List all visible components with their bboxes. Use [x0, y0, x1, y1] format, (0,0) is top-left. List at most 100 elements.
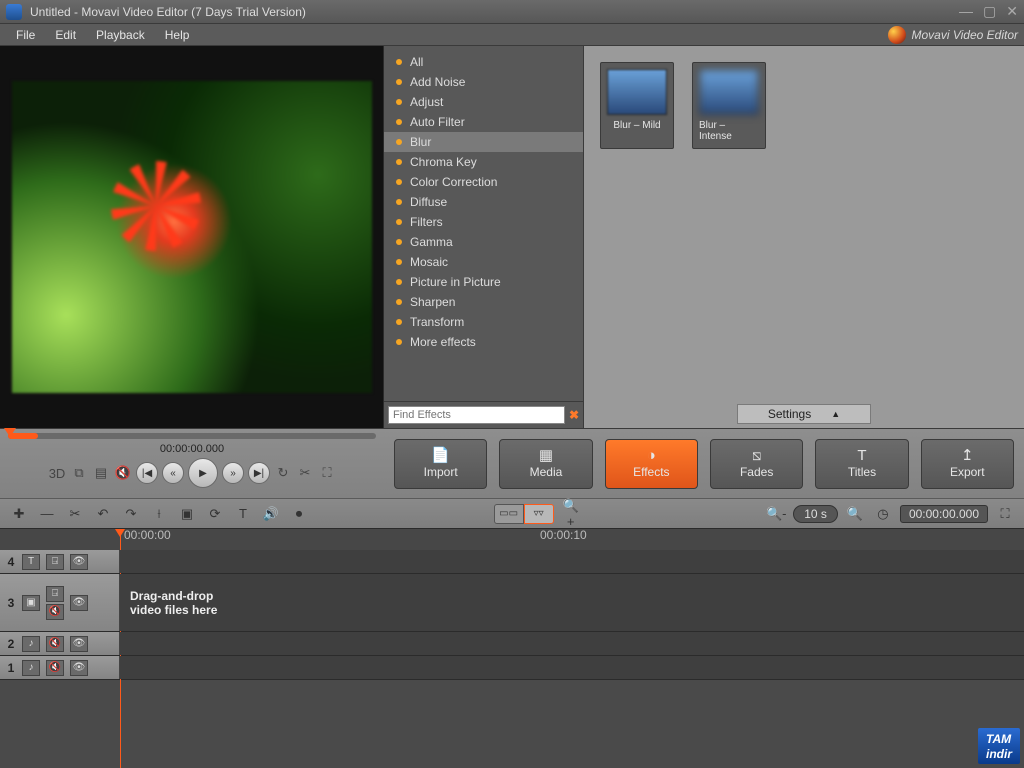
- snapshot-button[interactable]: ✂: [296, 464, 314, 482]
- clock-icon[interactable]: ◷: [872, 504, 894, 524]
- tab-import[interactable]: 📄Import: [394, 439, 487, 489]
- track-mute-icon[interactable]: 🔇: [46, 660, 64, 676]
- zoom-out-button[interactable]: 🔍-: [765, 504, 787, 524]
- preset-blur-intense[interactable]: Blur – Intense: [692, 62, 766, 149]
- view-film-button[interactable]: ▤: [92, 464, 110, 482]
- track-visibility-icon[interactable]: 👁: [70, 660, 88, 676]
- tool-record-button[interactable]: ⏺: [288, 504, 310, 524]
- go-end-button[interactable]: ▶|: [248, 462, 270, 484]
- preview-image: [12, 81, 372, 393]
- effect-category-item[interactable]: Transform: [384, 312, 583, 332]
- view-mode-storyboard[interactable]: ▭▭: [494, 504, 524, 524]
- track-visibility-icon[interactable]: 👁: [70, 636, 88, 652]
- effect-category-item[interactable]: Mosaic: [384, 252, 583, 272]
- track-link-icon[interactable]: ⍈: [46, 586, 64, 602]
- zoom-duration[interactable]: 10 s: [793, 505, 838, 523]
- track-2[interactable]: 2 ♪ 🔇 👁: [0, 632, 1024, 656]
- settings-expand-button[interactable]: Settings ▲: [737, 404, 871, 424]
- track-type-video-icon[interactable]: ▣: [22, 595, 40, 611]
- preset-blur-mild[interactable]: Blur – Mild: [600, 62, 674, 149]
- timeline-ruler[interactable]: 00:00:00 00:00:10: [0, 528, 1024, 550]
- maximize-button[interactable]: ▢: [983, 3, 996, 20]
- menu-playback[interactable]: Playback: [86, 28, 155, 42]
- find-effects-input[interactable]: [388, 406, 565, 424]
- close-button[interactable]: ✕: [1006, 3, 1018, 20]
- minimize-button[interactable]: —: [959, 3, 973, 20]
- menu-file[interactable]: File: [6, 28, 45, 42]
- titles-icon: T: [857, 448, 866, 463]
- bullet-icon: [396, 79, 402, 85]
- tab-export[interactable]: ↥Export: [921, 439, 1014, 489]
- preview-canvas[interactable]: [0, 46, 383, 428]
- zoom-fit-button[interactable]: 🔍: [844, 504, 866, 524]
- effect-category-label: Diffuse: [410, 195, 447, 209]
- track-type-audio-icon[interactable]: ♪: [22, 660, 40, 676]
- effect-category-item[interactable]: Auto Filter: [384, 112, 583, 132]
- tool-rotate-button[interactable]: ⟳: [204, 504, 226, 524]
- tab-effects[interactable]: ◑Effects: [605, 439, 698, 489]
- effects-icon: ◑: [647, 448, 656, 463]
- track-visibility-icon[interactable]: 👁: [70, 595, 88, 611]
- tab-label: Media: [530, 465, 563, 479]
- effect-category-item[interactable]: Picture in Picture: [384, 272, 583, 292]
- track-3[interactable]: 3 ▣ ⍈ 🔇 👁 Drag-and-drop video files here: [0, 574, 1024, 632]
- play-button[interactable]: ▶: [188, 458, 218, 488]
- view-mute-button[interactable]: 🔇: [114, 464, 132, 482]
- track-1[interactable]: 1 ♪ 🔇 👁: [0, 656, 1024, 680]
- tool-audio-button[interactable]: 🔊: [260, 504, 282, 524]
- cut-button[interactable]: ✂: [64, 504, 86, 524]
- effect-category-item[interactable]: Add Noise: [384, 72, 583, 92]
- track-4[interactable]: 4 T ⍈ 👁: [0, 550, 1024, 574]
- fullscreen-button[interactable]: ⛶: [318, 464, 336, 482]
- effect-category-item[interactable]: Diffuse: [384, 192, 583, 212]
- track-type-title-icon[interactable]: T: [22, 554, 40, 570]
- undo-button[interactable]: ↶: [92, 504, 114, 524]
- effect-category-item[interactable]: Adjust: [384, 92, 583, 112]
- add-media-button[interactable]: ✚: [8, 504, 30, 524]
- seek-bar[interactable]: [0, 429, 384, 443]
- seek-head-icon[interactable]: [4, 428, 16, 437]
- delete-button[interactable]: —: [36, 504, 58, 524]
- clear-find-icon[interactable]: ✖: [569, 408, 579, 422]
- view-crop-button[interactable]: ⧉: [70, 464, 88, 482]
- redo-button[interactable]: ↷: [120, 504, 142, 524]
- effect-category-item[interactable]: More effects: [384, 332, 583, 352]
- track-link-icon[interactable]: ⍈: [46, 554, 64, 570]
- tool-text-button[interactable]: T: [232, 504, 254, 524]
- go-start-button[interactable]: |◀: [136, 462, 158, 484]
- effect-category-item[interactable]: Color Correction: [384, 172, 583, 192]
- bullet-icon: [396, 119, 402, 125]
- tab-media[interactable]: ▦Media: [499, 439, 592, 489]
- timeline-timecode[interactable]: 00:00:00.000: [900, 505, 988, 523]
- drop-hint: Drag-and-drop video files here: [130, 589, 217, 617]
- forward-button[interactable]: »: [222, 462, 244, 484]
- effect-category-item[interactable]: Chroma Key: [384, 152, 583, 172]
- tool-crop-button[interactable]: ▣: [176, 504, 198, 524]
- view-mode-timeline[interactable]: ▿▿: [524, 504, 554, 524]
- track-mute-icon[interactable]: 🔇: [46, 604, 64, 620]
- effect-category-item[interactable]: All: [384, 52, 583, 72]
- tab-label: Titles: [848, 465, 876, 479]
- tool-split-button[interactable]: ⟊: [148, 504, 170, 524]
- track-mute-icon[interactable]: 🔇: [46, 636, 64, 652]
- loop-button[interactable]: ↻: [274, 464, 292, 482]
- zoom-in-button[interactable]: 🔍+: [560, 504, 582, 524]
- menu-edit[interactable]: Edit: [45, 28, 86, 42]
- effect-category-item[interactable]: Gamma: [384, 232, 583, 252]
- effect-category-item[interactable]: Filters: [384, 212, 583, 232]
- effect-category-item[interactable]: Blur: [384, 132, 583, 152]
- menubar: File Edit Playback Help Movavi Video Edi…: [0, 24, 1024, 46]
- effect-category-label: Mosaic: [410, 255, 448, 269]
- bullet-icon: [396, 319, 402, 325]
- timeline-view-mode: ▭▭ ▿▿: [494, 504, 554, 524]
- effect-category-item[interactable]: Sharpen: [384, 292, 583, 312]
- tab-titles[interactable]: T Titles: [815, 439, 908, 489]
- track-type-audio-icon[interactable]: ♪: [22, 636, 40, 652]
- view-3d-button[interactable]: 3D: [48, 464, 66, 482]
- menu-help[interactable]: Help: [155, 28, 200, 42]
- track-visibility-icon[interactable]: 👁: [70, 554, 88, 570]
- tab-fades[interactable]: ⧅Fades: [710, 439, 803, 489]
- rewind-button[interactable]: «: [162, 462, 184, 484]
- effect-category-label: More effects: [410, 335, 476, 349]
- expand-timeline-button[interactable]: ⛶: [994, 504, 1016, 524]
